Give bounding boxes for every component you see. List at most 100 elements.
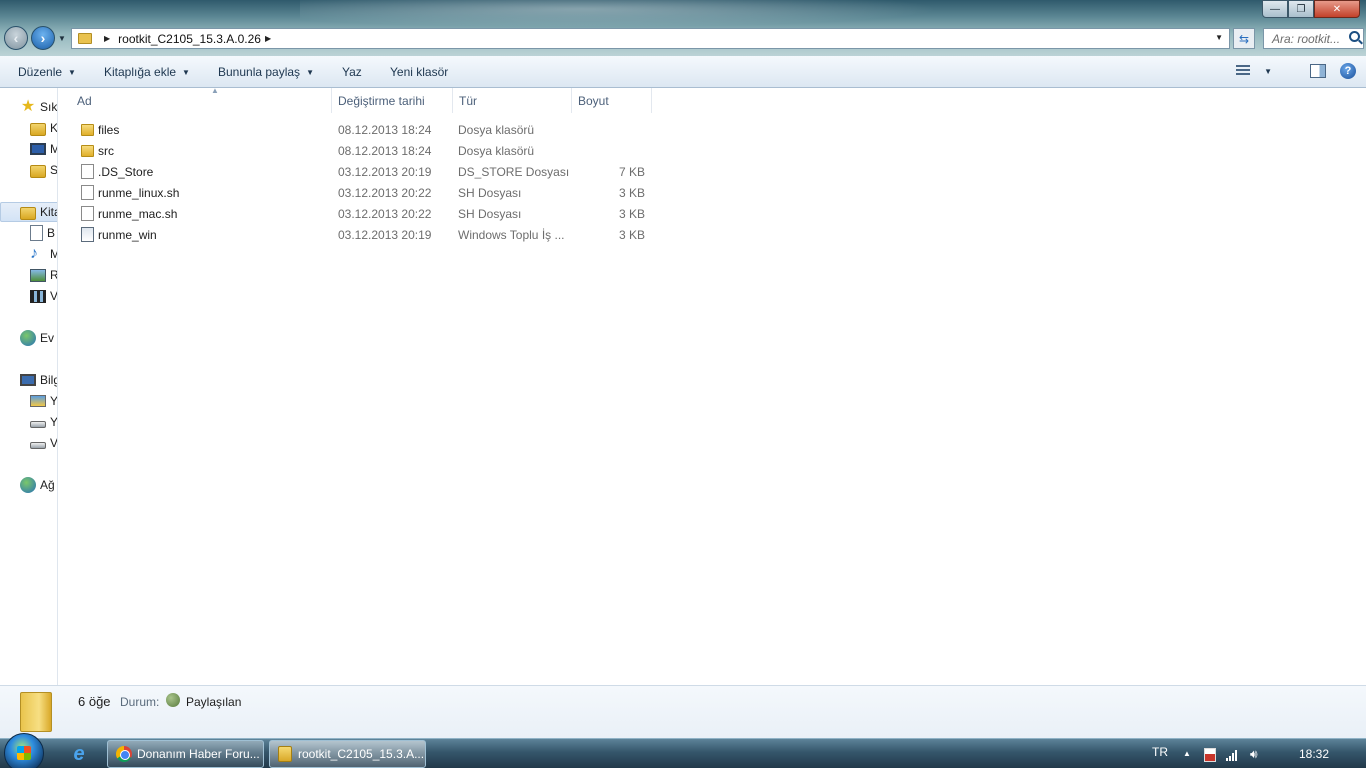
nav-drive-item[interactable]: Y [30, 412, 58, 432]
system-tray: 🔊︎ [1204, 747, 1258, 762]
file-type: Dosya klasörü [458, 123, 535, 137]
file-icon [81, 185, 94, 200]
details-pane: 6 öğe Durum: Paylaşılan [0, 685, 1366, 738]
search-placeholder: Ara: rootkit... [1272, 32, 1341, 46]
address-dropdown-icon[interactable]: ▼ [1215, 33, 1223, 42]
minimize-button[interactable]: — [1262, 0, 1288, 18]
column-header-size[interactable]: Boyut [572, 88, 652, 113]
close-button[interactable]: ✕ [1314, 0, 1360, 18]
toolbar-right-group: ▼ ? [1236, 63, 1356, 79]
homegroup-icon [20, 330, 36, 346]
file-date: 03.12.2013 20:19 [338, 228, 432, 242]
volume-icon[interactable]: 🔊︎ [1250, 747, 1258, 762]
file-name: runme_win [98, 228, 157, 242]
pictures-icon [30, 268, 46, 282]
file-date: 03.12.2013 20:19 [338, 165, 432, 179]
nav-item-label: Y [50, 415, 58, 429]
nav-library-item[interactable]: B [30, 223, 55, 243]
clock[interactable]: 18:32 [1299, 747, 1329, 761]
command-toolbar: Düzenle ▼ Kitaplığa ekle ▼ Bununla paylaş ▼… [0, 56, 1366, 88]
chevron-down-icon[interactable]: ▼ [1264, 67, 1272, 76]
organize-button[interactable]: Düzenle ▼ [18, 65, 76, 79]
nav-computer[interactable]: Bilg [20, 370, 57, 390]
nav-item-label: Y [50, 394, 58, 408]
nav-libraries[interactable]: Kita [0, 202, 57, 222]
nav-drive-item[interactable]: Y [30, 391, 58, 411]
file-row[interactable]: runme_win 03.12.2013 20:19 Windows Toplu… [77, 224, 651, 245]
file-row[interactable]: .DS_Store 03.12.2013 20:19 DS_STORE Dosy… [77, 161, 651, 182]
recent-pages-dropdown-icon[interactable]: ▼ [58, 34, 66, 43]
forward-button[interactable]: › [31, 26, 55, 50]
include-library-label: Kitaplığa ekle [104, 65, 177, 79]
nav-favorites-label: Sık [40, 100, 58, 114]
nav-network-label: Ağ [40, 478, 55, 492]
view-options-icon[interactable] [1236, 65, 1251, 77]
start-button[interactable] [4, 733, 44, 768]
drive-icon [30, 442, 46, 449]
breadcrumb-arrow-icon[interactable]: ▶ [104, 34, 110, 43]
nav-favorite-item[interactable]: S [30, 160, 57, 180]
show-hidden-icons-icon[interactable]: ▲ [1183, 749, 1191, 758]
column-header-name[interactable]: Ad ▲ [71, 86, 332, 113]
new-folder-button[interactable]: Yeni klasör [390, 65, 448, 79]
nav-library-item[interactable]: R [30, 265, 58, 285]
taskbar-explorer-window[interactable]: rootkit_C2105_15.3.A... [269, 740, 426, 768]
address-bar[interactable]: ▶ rootkit_C2105_15.3.A.0.26 ▶ ▼ [71, 28, 1230, 49]
nav-favorite-item[interactable]: K [30, 118, 57, 138]
folder-icon [30, 122, 46, 136]
nav-homegroup-label: Ev [40, 331, 55, 345]
file-icon [81, 206, 94, 221]
nav-drive-item[interactable]: V [30, 433, 57, 453]
include-library-button[interactable]: Kitaplığa ekle ▼ [104, 65, 190, 79]
star-icon: ★ [20, 98, 36, 115]
action-center-flag-icon[interactable] [1204, 747, 1216, 762]
computer-icon [20, 374, 36, 386]
task-label: rootkit_C2105_15.3.A... [298, 747, 425, 761]
status-label: Durum: [120, 695, 160, 709]
nav-favorite-item[interactable]: M [30, 139, 57, 159]
breadcrumb-current-folder[interactable]: rootkit_C2105_15.3.A.0.26 [118, 32, 261, 46]
file-icon [81, 164, 94, 179]
status-value: Paylaşılan [186, 695, 242, 709]
file-row[interactable]: runme_mac.sh 03.12.2013 20:22 SH Dosyası… [77, 203, 651, 224]
nav-library-item[interactable]: V [30, 286, 57, 306]
sort-ascending-icon: ▲ [211, 86, 219, 95]
internet-explorer-icon[interactable]: e [66, 743, 92, 765]
preview-pane-icon[interactable] [1310, 64, 1326, 78]
column-date-label: Değiştirme tarihi [338, 93, 425, 108]
column-size-label: Boyut [578, 93, 609, 108]
file-date: 03.12.2013 20:22 [338, 207, 432, 221]
file-row[interactable]: src 08.12.2013 18:24 Dosya klasörü [77, 140, 651, 161]
burn-button[interactable]: Yaz [342, 65, 362, 79]
search-input[interactable]: Ara: rootkit... [1263, 28, 1364, 49]
refresh-button[interactable]: ⇆ [1233, 28, 1255, 49]
nav-network[interactable]: Ağ [20, 475, 55, 495]
file-row[interactable]: files 08.12.2013 18:24 Dosya klasörü [77, 119, 651, 140]
search-icon[interactable] [1349, 31, 1360, 42]
file-size: 3 KB [618, 228, 645, 242]
nav-item-label: M [50, 247, 57, 261]
folder-icon [20, 692, 52, 732]
network-signal-icon[interactable] [1226, 749, 1240, 761]
column-header-date[interactable]: Değiştirme tarihi [332, 88, 453, 113]
file-row[interactable]: runme_linux.sh 03.12.2013 20:22 SH Dosya… [77, 182, 651, 203]
maximize-button[interactable]: ❐ [1288, 0, 1314, 18]
nav-library-item[interactable]: ♪M [30, 244, 57, 264]
nav-item-label: R [50, 268, 58, 282]
window-controls: — ❐ ✕ [1262, 0, 1360, 18]
nav-favorites[interactable]: ★ Sık [20, 97, 57, 117]
videos-icon [30, 289, 46, 303]
column-header-type[interactable]: Tür [453, 88, 572, 113]
taskbar-chrome-window[interactable]: Donanım Haber Foru... [107, 740, 264, 768]
file-type: Windows Toplu İş ... [458, 228, 565, 242]
breadcrumb-arrow-icon[interactable]: ▶ [265, 34, 271, 43]
language-indicator[interactable]: TR [1152, 745, 1168, 759]
documents-icon [30, 225, 43, 241]
recent-places-icon [30, 164, 46, 178]
help-icon[interactable]: ? [1340, 63, 1356, 79]
task-label: Donanım Haber Foru... [137, 747, 260, 761]
back-button[interactable]: ‹ [4, 26, 28, 50]
share-with-button[interactable]: Bununla paylaş ▼ [218, 65, 314, 79]
nav-homegroup[interactable]: Ev [20, 328, 54, 348]
file-date: 08.12.2013 18:24 [338, 123, 432, 137]
